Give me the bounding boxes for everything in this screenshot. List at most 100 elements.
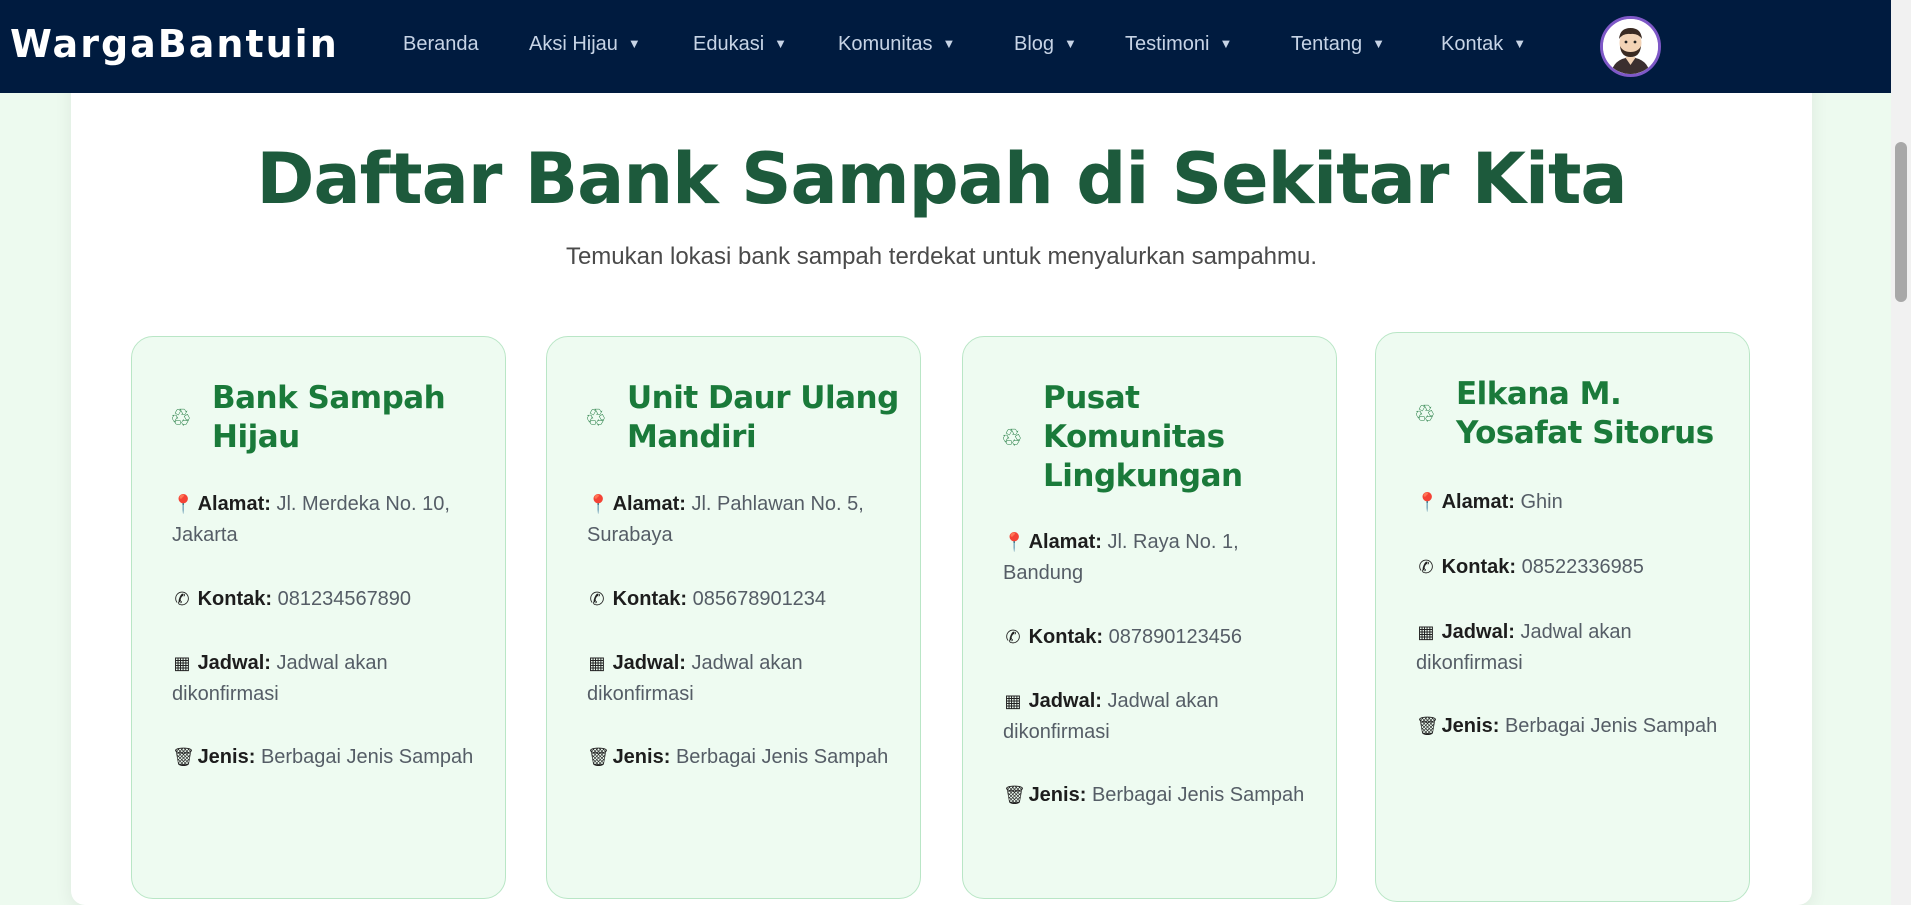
scrollbar-thumb[interactable] (1895, 142, 1907, 302)
field-label: Kontak: (1441, 556, 1517, 578)
field-label: Jadwal: (197, 652, 271, 674)
bank-card: ♲ Bank Sampah Hijau 📍 Alamat: Jl. Merdek… (131, 336, 506, 899)
bank-card: ♲ Elkana M. Yosafat Sitorus 📍 Alamat: Gh… (1375, 332, 1750, 902)
field-jenis: 🗑 Jenis: Berbagai Jenis Sampah (172, 742, 477, 773)
phone-icon: ✆ (1418, 557, 1434, 578)
calendar-icon: ▦ (588, 653, 606, 674)
field-jadwal: ▦ Jadwal: Jadwal akan dikonfirmasi (1416, 617, 1721, 678)
nav-item-edukasi[interactable]: Edukasi ▼ (693, 33, 787, 56)
field-alamat: 📍 Alamat: Ghin (1416, 487, 1721, 518)
field-label: Alamat: (1028, 531, 1102, 553)
chevron-down-icon: ▼ (942, 36, 956, 51)
field-value: 08522336985 (1521, 556, 1644, 578)
calendar-icon: ▦ (1004, 691, 1022, 712)
brand-logo[interactable]: WargaBantuin (10, 22, 339, 66)
location-pin-icon: 📍 (1003, 532, 1026, 553)
page-title: Daftar Bank Sampah di Sekitar Kita (256, 138, 1627, 220)
field-kontak: ✆ Kontak: 087890123456 (1003, 622, 1308, 653)
top-navbar: WargaBantuin Beranda Aksi Hijau ▼ Edukasi… (0, 0, 1891, 93)
page-subtitle: Temukan lokasi bank sampah terdekat untu… (565, 243, 1318, 270)
field-label: Jadwal: (612, 652, 686, 674)
bank-card: ♲ Unit Daur Ulang Mandiri 📍 Alamat: Jl. … (546, 336, 921, 899)
card-header: ♲ Elkana M. Yosafat Sitorus (1414, 375, 1729, 453)
scrollbar-track[interactable] (1891, 0, 1911, 905)
nav-item-label: Blog (1014, 33, 1055, 55)
nav-item-label: Komunitas (838, 33, 933, 55)
field-label: Kontak: (197, 588, 273, 610)
phone-icon: ✆ (1005, 627, 1021, 648)
field-label: Jenis: (612, 746, 671, 768)
chevron-down-icon: ▼ (774, 36, 788, 51)
field-label: Jadwal: (1441, 621, 1515, 643)
nav-item-aksi-hijau[interactable]: Aksi Hijau ▼ (529, 33, 641, 56)
field-kontak: ✆ Kontak: 08522336985 (1416, 552, 1721, 583)
field-alamat: 📍 Alamat: Jl. Raya No. 1, Bandung (1003, 527, 1308, 588)
field-alamat: 📍 Alamat: Jl. Pahlawan No. 5, Surabaya (587, 489, 892, 550)
chevron-down-icon: ▼ (1064, 36, 1077, 51)
nav-item-label: Testimoni (1125, 33, 1210, 55)
field-value: Berbagai Jenis Sampah (260, 746, 474, 768)
calendar-icon: ▦ (173, 653, 191, 674)
field-label: Jenis: (197, 746, 256, 768)
bank-card: ♲ Pusat Komunitas Lingkungan 📍 Alamat: J… (962, 336, 1337, 899)
nav-item-label: Tentang (1291, 33, 1363, 55)
card-title: Unit Daur Ulang Mandiri (627, 380, 899, 455)
card-header: ♲ Unit Daur Ulang Mandiri (585, 379, 900, 457)
field-value: Ghin (1520, 491, 1563, 513)
phone-icon: ✆ (174, 589, 190, 610)
nav-item-label: Beranda (403, 33, 479, 55)
recycle-icon: ♲ (1001, 423, 1023, 452)
location-pin-icon: 📍 (587, 494, 610, 515)
trash-icon: 🗑 (1416, 716, 1439, 737)
recycle-icon: ♲ (585, 404, 607, 432)
location-pin-icon: 📍 (172, 494, 195, 515)
trash-icon: 🗑 (172, 747, 195, 768)
field-value: Berbagai Jenis Sampah (1091, 784, 1305, 806)
calendar-icon: ▦ (1417, 622, 1435, 643)
field-jadwal: ▦ Jadwal: Jadwal akan dikonfirmasi (172, 648, 477, 709)
user-avatar-icon (1603, 19, 1658, 74)
field-value: 085678901234 (692, 588, 827, 610)
card-title: Elkana M. Yosafat Sitorus (1456, 376, 1714, 451)
field-label: Alamat: (1441, 491, 1515, 513)
trash-icon: 🗑 (587, 747, 610, 768)
field-label: Kontak: (1028, 626, 1104, 648)
nav-item-tentang[interactable]: Tentang ▼ (1291, 33, 1385, 56)
chevron-down-icon: ▼ (1219, 36, 1233, 51)
card-title: Bank Sampah Hijau (212, 380, 446, 455)
card-header: ♲ Pusat Komunitas Lingkungan (1001, 379, 1316, 496)
field-label: Kontak: (612, 588, 688, 610)
nav-item-kontak[interactable]: Kontak ▼ (1441, 33, 1526, 56)
nav-item-testimoni[interactable]: Testimoni ▼ (1125, 33, 1232, 56)
chevron-down-icon: ▼ (627, 36, 641, 51)
field-value: 087890123456 (1108, 626, 1243, 648)
field-jadwal: ▦ Jadwal: Jadwal akan dikonfirmasi (1003, 686, 1308, 747)
nav-item-beranda[interactable]: Beranda (403, 33, 479, 56)
nav-item-label: Kontak (1441, 33, 1504, 55)
recycle-icon: ♲ (1414, 400, 1436, 428)
recycle-icon: ♲ (170, 404, 192, 432)
chevron-down-icon: ▼ (1372, 36, 1386, 51)
field-value: Berbagai Jenis Sampah (675, 746, 889, 768)
nav-item-blog[interactable]: Blog ▼ (1014, 33, 1077, 56)
field-label: Jenis: (1028, 784, 1087, 806)
location-pin-icon: 📍 (1416, 492, 1439, 513)
field-label: Alamat: (197, 493, 271, 515)
field-jenis: 🗑 Jenis: Berbagai Jenis Sampah (1003, 780, 1308, 811)
user-avatar[interactable] (1600, 16, 1661, 77)
nav-item-label: Edukasi (693, 33, 765, 55)
trash-icon: 🗑 (1003, 785, 1026, 806)
field-alamat: 📍 Alamat: Jl. Merdeka No. 10, Jakarta (172, 489, 477, 550)
field-label: Alamat: (612, 493, 686, 515)
field-jenis: 🗑 Jenis: Berbagai Jenis Sampah (1416, 711, 1721, 742)
field-kontak: ✆ Kontak: 081234567890 (172, 584, 477, 615)
field-jadwal: ▦ Jadwal: Jadwal akan dikonfirmasi (587, 648, 892, 709)
phone-icon: ✆ (589, 589, 605, 610)
field-kontak: ✆ Kontak: 085678901234 (587, 584, 892, 615)
card-header: ♲ Bank Sampah Hijau (170, 379, 485, 457)
field-value: Berbagai Jenis Sampah (1504, 715, 1718, 737)
nav-item-komunitas[interactable]: Komunitas ▼ (838, 33, 955, 56)
chevron-down-icon: ▼ (1513, 36, 1527, 51)
field-label: Jenis: (1441, 715, 1500, 737)
card-title: Pusat Komunitas Lingkungan (1043, 380, 1243, 494)
